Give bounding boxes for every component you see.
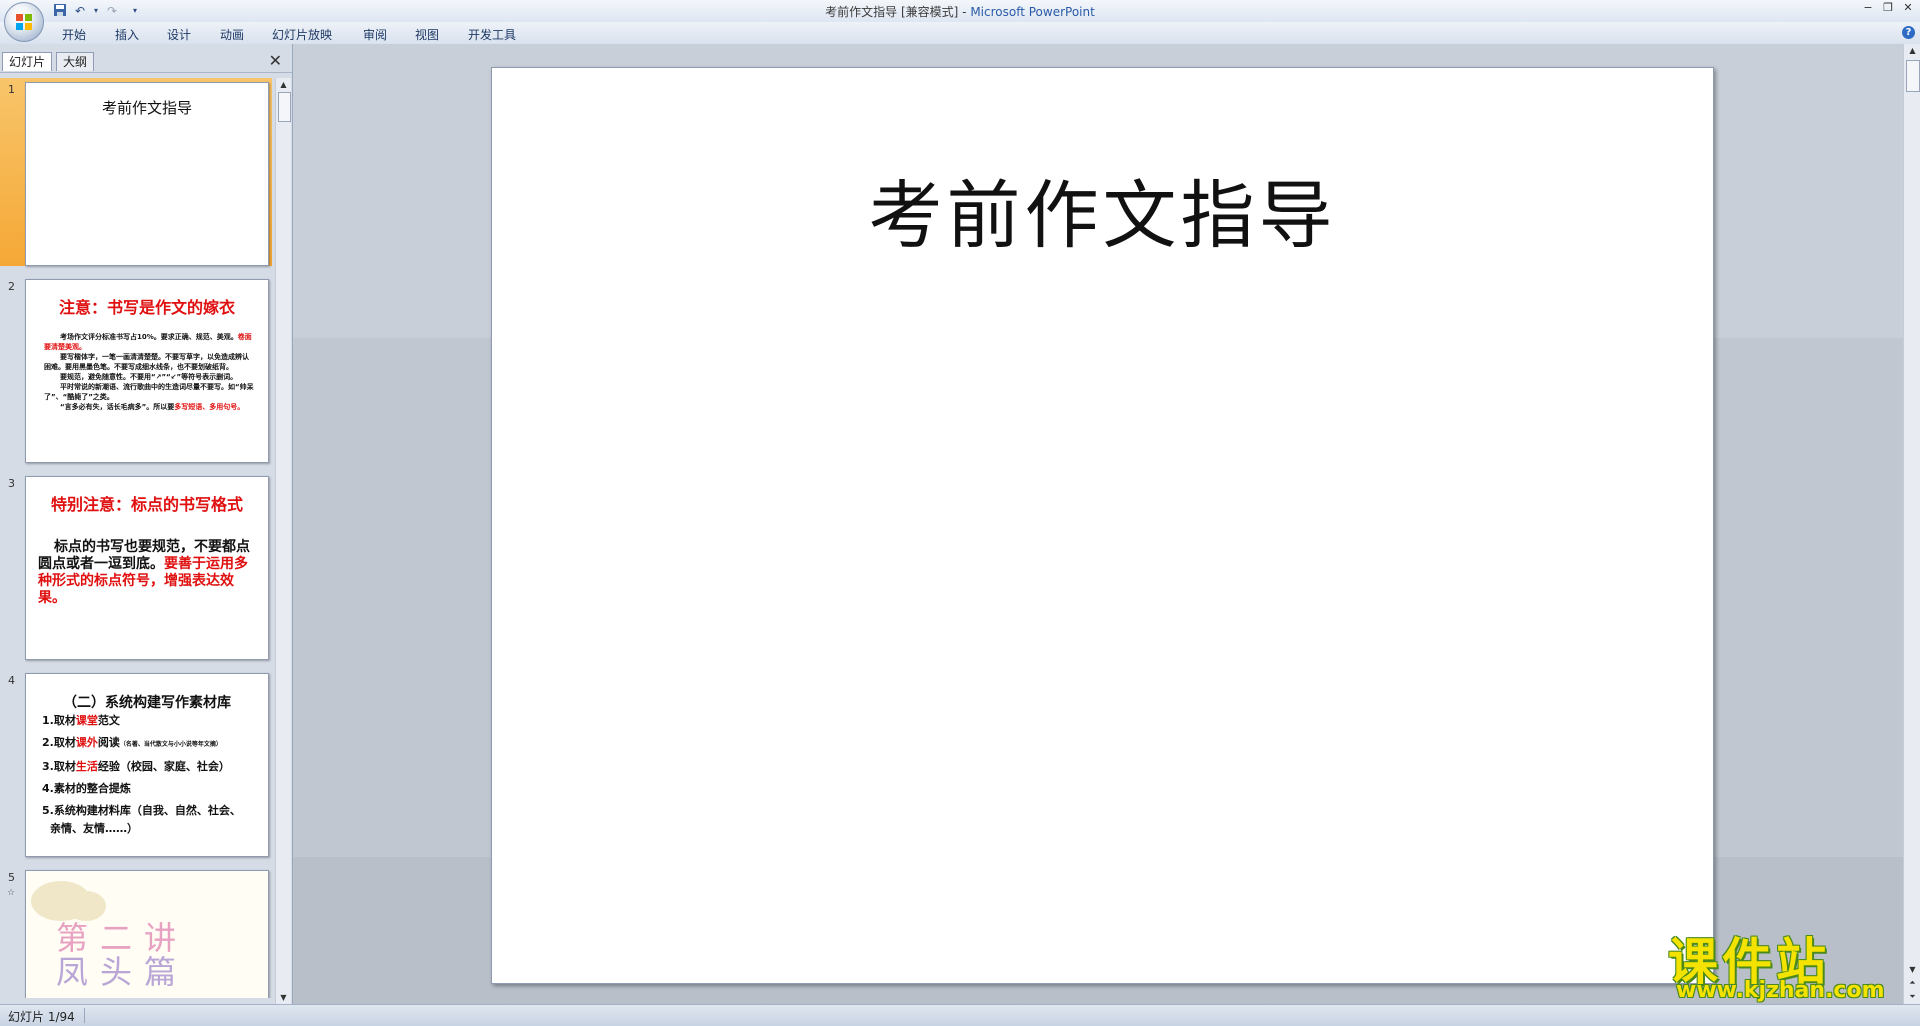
- thumbnail-row[interactable]: 4 （二）系统构建写作素材库 1.取材课堂范文 2.取材课外阅读（名著、当代散文…: [0, 669, 272, 857]
- scroll-down-icon[interactable]: ▼: [276, 993, 291, 1002]
- title-separator: -: [958, 5, 971, 19]
- document-title: 考前作文指导 [兼容模式]: [825, 5, 959, 19]
- tab-review[interactable]: 审阅: [363, 26, 387, 43]
- close-button[interactable]: ✕: [1902, 1, 1914, 14]
- tab-design[interactable]: 设计: [167, 26, 191, 43]
- decor-blob: [66, 891, 106, 921]
- slide-number: 2: [8, 280, 15, 293]
- list-item: 4.素材的整合提炼: [42, 782, 131, 795]
- slide-editor: 考前作文指导: [293, 44, 1920, 1004]
- tab-home[interactable]: 开始: [62, 26, 86, 43]
- app-name: Microsoft PowerPoint: [970, 5, 1095, 19]
- body-line: 平时常说的新潮语、流行歌曲中的生造词尽量不要写。如“帅呆了”、“酷毙了”之类。: [44, 383, 254, 401]
- list-item: 2.取材课外阅读（名著、当代散文与小小说等年文摘）: [42, 736, 222, 749]
- watermark-url: www.kjzhan.com: [1676, 978, 1885, 1003]
- thumbnail-body: 考场作文评分标准书写占10%。要求正确、规范、美观。卷面要清楚美观。 要写楷体字…: [44, 332, 254, 412]
- slide-counter: 幻灯片 1/94: [8, 1010, 75, 1024]
- list-item: 1.取材课堂范文: [42, 714, 120, 727]
- editor-scrollbar[interactable]: ▲ ▼ ⏶ ⏷: [1903, 44, 1920, 1004]
- ribbon-tabs: 开始 插入 设计 动画 幻灯片放映 审阅 视图 开发工具 ?: [0, 22, 1920, 45]
- help-icon[interactable]: ?: [1902, 26, 1915, 39]
- thumbnail-row[interactable]: 1 考前作文指导: [0, 78, 272, 266]
- status-bar: 幻灯片 1/94: [0, 1004, 1920, 1026]
- thumbnail-scrollbar[interactable]: ▲ ▼: [275, 78, 291, 1004]
- pane-tabs: 幻灯片 大纲 ✕: [0, 44, 292, 73]
- office-button[interactable]: [4, 2, 44, 42]
- office-logo-icon: [16, 14, 32, 30]
- slide-thumbnail[interactable]: 注意：书写是作文的嫁衣 考场作文评分标准书写占10%。要求正确、规范、美观。卷面…: [25, 279, 269, 463]
- thumbnail-row[interactable]: 5 ☆ 第二讲 凤头篇: [0, 866, 272, 998]
- thumbnail-title: 注意：书写是作文的嫁衣: [58, 298, 235, 317]
- scroll-up-icon[interactable]: ▲: [276, 80, 291, 89]
- slide-thumbnail[interactable]: 特别注意：标点的书写格式 标点的书写也要规范，不要都点圆点或者一逗到底。要善于运…: [25, 476, 269, 660]
- thumbnail-list: 1 考前作文指导 2 注意：书写是作文的嫁衣 考场作文评分标准书写占10%。要求…: [0, 78, 272, 998]
- slide-thumbnail[interactable]: （二）系统构建写作素材库 1.取材课堂范文 2.取材课外阅读（名著、当代散文与小…: [25, 673, 269, 857]
- list-item: 5.系统构建材料库（自我、自然、社会、: [42, 804, 241, 817]
- tab-insert[interactable]: 插入: [115, 26, 139, 43]
- tab-outline[interactable]: 大纲: [56, 52, 95, 71]
- body-line: 要写楷体字，一笔一画清清楚楚。不要写草字，以免造成辨认困难。要用黑墨色笔。不要写…: [44, 353, 249, 371]
- slide-number: 3: [8, 477, 15, 490]
- tab-view[interactable]: 视图: [415, 26, 439, 43]
- current-slide[interactable]: 考前作文指导: [491, 67, 1714, 984]
- status-separator: [84, 1008, 85, 1023]
- tab-animations[interactable]: 动画: [220, 26, 244, 43]
- thumbnail-row[interactable]: 3 特别注意：标点的书写格式 标点的书写也要规范，不要都点圆点或者一逗到底。要善…: [0, 472, 272, 660]
- slide-thumbnail[interactable]: 考前作文指导: [25, 82, 269, 266]
- scroll-thumb[interactable]: [278, 92, 291, 122]
- scroll-down-icon[interactable]: ▼: [1904, 965, 1920, 974]
- previous-slide-icon[interactable]: ⏶: [1904, 978, 1920, 988]
- list-item: 亲情、友情……）: [50, 822, 138, 835]
- title-bar: ↶ ▾ ↷ ▾ 考前作文指导 [兼容模式] - Microsoft PowerP…: [0, 0, 1920, 42]
- list-item: 3.取材生活经验（校园、家庭、社会）: [42, 760, 230, 773]
- slide-title[interactable]: 考前作文指导: [492, 156, 1713, 263]
- close-pane-icon[interactable]: ✕: [269, 51, 282, 70]
- slide-number: 5: [8, 871, 15, 884]
- tab-slideshow[interactable]: 幻灯片放映: [272, 26, 332, 43]
- slide-number: 4: [8, 674, 15, 687]
- animation-star-icon: ☆: [7, 888, 16, 898]
- window-title: 考前作文指导 [兼容模式] - Microsoft PowerPoint: [0, 3, 1920, 20]
- slides-pane: 幻灯片 大纲 ✕ 1 考前作文指导 2 注意：书写是作文的嫁衣 考场作文评分标准…: [0, 44, 293, 1004]
- body-line: 考场作文评分标准书写占10%。要求正确、规范、美观。: [60, 333, 238, 341]
- thumbnail-art-text: 第二讲 凤头篇: [56, 919, 189, 991]
- watermark-logo: 课件站 www.kjzhan.com: [1668, 922, 1900, 1003]
- thumbnail-title: 特别注意：标点的书写格式: [50, 495, 243, 514]
- body-line: 要规范，避免随意性。不要用“↗”“↙”等符号表示删词。: [60, 373, 238, 381]
- slide-thumbnail[interactable]: 第二讲 凤头篇: [25, 870, 269, 998]
- window-controls: − ❐ ✕: [1862, 1, 1914, 14]
- thumbnail-row[interactable]: 2 注意：书写是作文的嫁衣 考场作文评分标准书写占10%。要求正确、规范、美观。…: [0, 275, 272, 463]
- thumbnail-title: （二）系统构建写作素材库: [63, 695, 231, 711]
- thumbnail-body: 标点的书写也要规范，不要都点圆点或者一逗到底。要善于运用多种形式的标点符号，增强…: [38, 539, 260, 607]
- slide-number: 1: [8, 83, 15, 96]
- scroll-thumb[interactable]: [1906, 60, 1920, 92]
- minimize-button[interactable]: −: [1862, 1, 1874, 14]
- tab-developer[interactable]: 开发工具: [468, 26, 516, 43]
- scroll-up-icon[interactable]: ▲: [1904, 46, 1920, 55]
- thumbnail-title: 考前作文指导: [101, 99, 192, 117]
- body-line-red: 多写短语、多用句号。: [174, 403, 245, 411]
- restore-button[interactable]: ❐: [1882, 1, 1894, 14]
- body-line: “言多必有失，话长毛病多”。所以要: [60, 403, 175, 411]
- thumbnail-list-items: 1.取材课堂范文 2.取材课外阅读（名著、当代散文与小小说等年文摘） 3.取材生…: [42, 710, 262, 836]
- next-slide-icon[interactable]: ⏷: [1904, 992, 1920, 1002]
- tab-slides[interactable]: 幻灯片: [2, 52, 53, 71]
